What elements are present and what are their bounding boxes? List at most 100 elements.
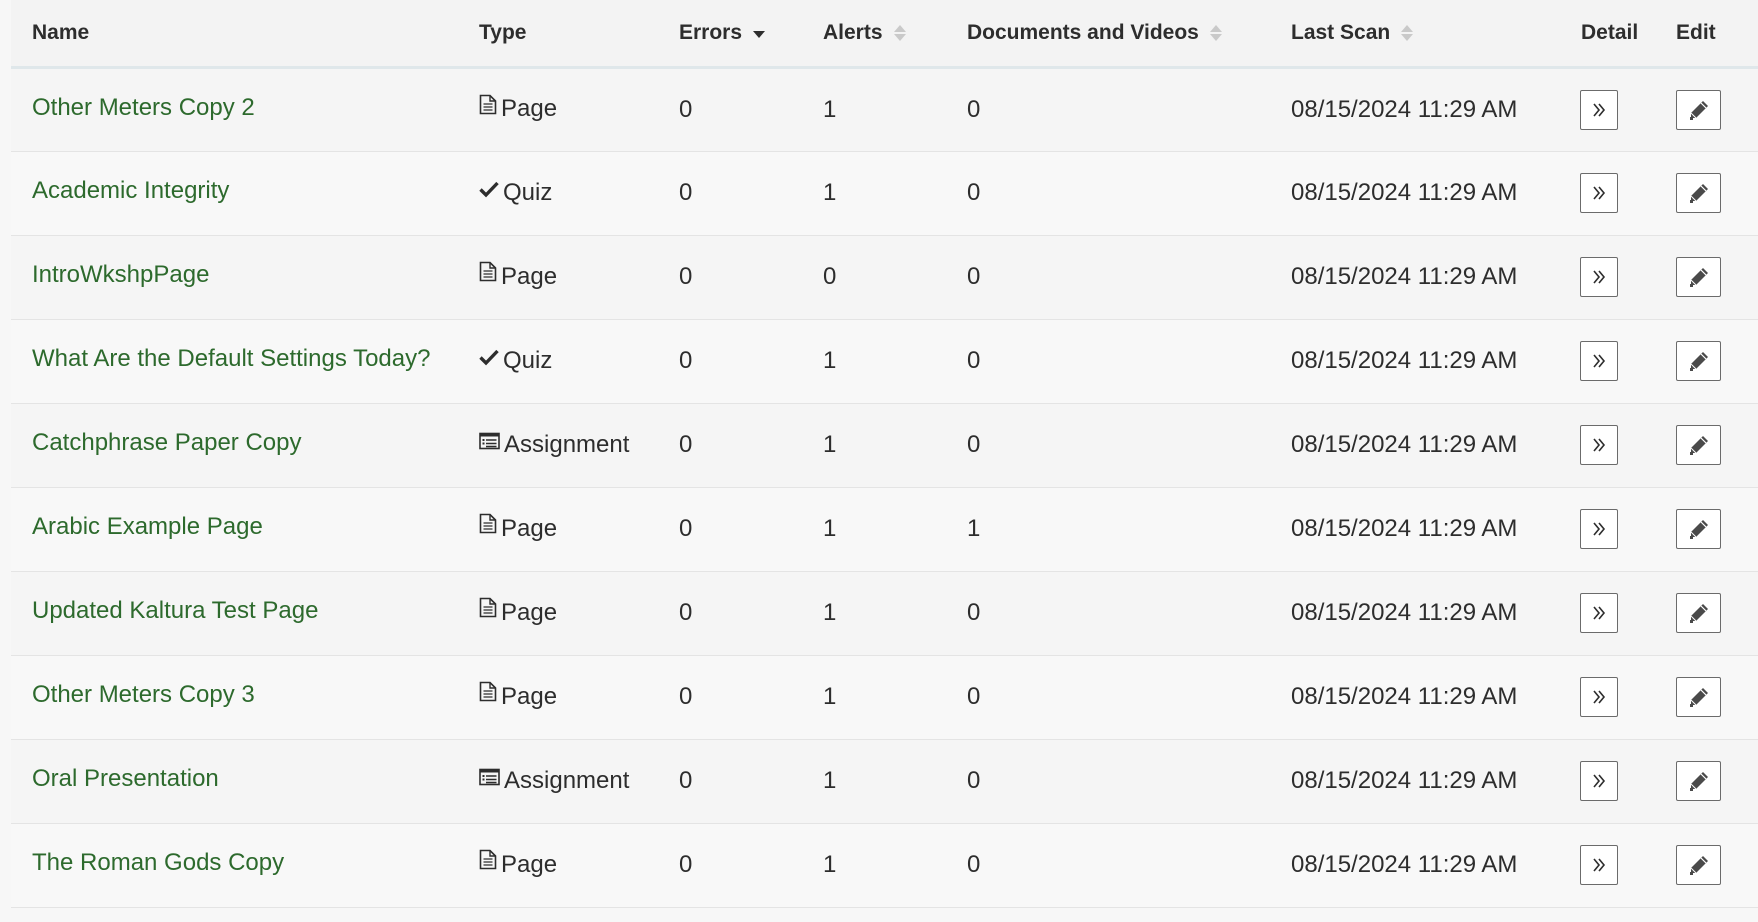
cell-type: Page [458, 235, 658, 319]
double-chevron-right-icon [1593, 858, 1606, 872]
cell-name: Updated Kaltura Test Page [11, 571, 458, 655]
detail-button[interactable] [1580, 845, 1618, 885]
cell-docs: 0 [967, 767, 981, 794]
column-header-last-scan[interactable]: Last Scan [1270, 0, 1560, 69]
content-name-link[interactable]: Arabic Example Page [32, 513, 263, 540]
content-name-link[interactable]: Catchphrase Paper Copy [32, 429, 301, 456]
column-header-docs[interactable]: Documents and Videos [946, 0, 1270, 69]
cell-edit [1666, 571, 1758, 655]
cell-docs: 0 [967, 347, 981, 374]
cell-edit [1666, 487, 1758, 571]
cell-name: Catchphrase Paper Copy [11, 403, 458, 487]
content-name-link[interactable]: Updated Kaltura Test Page [32, 597, 318, 624]
cell-alerts: 1 [823, 515, 837, 542]
cell-alerts: 0 [823, 263, 837, 290]
edit-button[interactable] [1676, 341, 1721, 381]
cell-last-scan: 08/15/2024 11:29 AM [1291, 347, 1518, 374]
detail-button[interactable] [1580, 593, 1618, 633]
cell-type: Page [458, 823, 658, 907]
cell-edit [1666, 823, 1758, 907]
sort-icon [1209, 23, 1223, 43]
column-header-type: Type [458, 0, 658, 69]
edit-button[interactable] [1676, 89, 1721, 130]
cell-docs: 0 [967, 851, 981, 878]
cell-docs: 0 [967, 263, 981, 290]
cell-name: Other Meters Copy 3 [11, 655, 458, 739]
cell-edit [1666, 319, 1758, 403]
cell-docs: 0 [967, 431, 981, 458]
header-row: Name Type Errors Alerts Documents and Vi… [11, 0, 1758, 69]
cell-name: IntroWkshpPage [11, 235, 458, 319]
column-header-errors[interactable]: Errors [658, 0, 802, 69]
document-icon [479, 597, 497, 625]
cell-last-scan: 08/15/2024 11:29 AM [1291, 767, 1518, 794]
cell-detail [1560, 571, 1666, 655]
cell-name: The Roman Gods Copy [11, 823, 458, 907]
cell-errors: 0 [679, 95, 693, 123]
content-name-link[interactable]: Academic Integrity [32, 177, 229, 204]
pencil-icon [1689, 436, 1708, 455]
column-header-detail: Detail [1560, 0, 1666, 69]
cell-docs: 1 [967, 515, 981, 542]
cell-errors: 0 [679, 263, 693, 290]
cell-docs: 0 [967, 179, 981, 206]
double-chevron-right-icon [1593, 354, 1606, 368]
edit-button[interactable] [1676, 593, 1721, 633]
cell-detail [1560, 319, 1666, 403]
pencil-icon [1689, 520, 1708, 539]
type-label: Page [501, 850, 558, 878]
detail-button[interactable] [1580, 677, 1618, 717]
cell-errors: 0 [679, 431, 693, 458]
edit-button[interactable] [1676, 845, 1721, 885]
cell-name: Other Meters Copy 2 [11, 67, 458, 151]
cell-type: Page [458, 487, 658, 571]
edit-button[interactable] [1676, 509, 1721, 549]
detail-button[interactable] [1580, 761, 1618, 801]
cell-errors: 0 [679, 515, 693, 542]
cell-type: Quiz [458, 151, 658, 235]
cell-name: Academic Integrity [11, 151, 458, 235]
content-name-link[interactable]: What Are the Default Settings Today? [32, 345, 430, 372]
detail-button[interactable] [1580, 173, 1618, 213]
double-chevron-right-icon [1593, 186, 1606, 200]
content-name-link[interactable]: Other Meters Copy 2 [32, 94, 255, 121]
cell-last-scan: 08/15/2024 11:29 AM [1291, 95, 1518, 123]
column-header-edit: Edit [1666, 0, 1758, 69]
content-name-link[interactable]: Other Meters Copy 3 [32, 681, 255, 708]
pencil-icon [1689, 856, 1708, 875]
cell-type: Page [458, 67, 658, 151]
edit-button[interactable] [1676, 173, 1721, 213]
cell-docs: 0 [967, 683, 981, 710]
table-row: Oral Presentation Assignment 0 1 0 08/15… [11, 739, 1758, 823]
document-icon [479, 681, 497, 709]
detail-button[interactable] [1580, 257, 1618, 297]
sort-icon [893, 23, 907, 43]
document-icon [479, 849, 497, 877]
detail-button[interactable] [1580, 509, 1618, 549]
double-chevron-right-icon [1593, 522, 1606, 536]
pencil-icon [1689, 772, 1708, 791]
cell-errors: 0 [679, 683, 693, 710]
type-label: Quiz [503, 346, 553, 374]
detail-button[interactable] [1580, 425, 1618, 465]
content-name-link[interactable]: The Roman Gods Copy [32, 849, 284, 876]
cell-last-scan: 08/15/2024 11:29 AM [1291, 263, 1518, 290]
type-label: Assignment [504, 766, 630, 794]
content-name-link[interactable]: Oral Presentation [32, 765, 219, 792]
pencil-icon [1689, 688, 1708, 707]
cell-detail [1560, 235, 1666, 319]
edit-button[interactable] [1676, 677, 1721, 717]
edit-button[interactable] [1676, 425, 1721, 465]
table-row: What Are the Default Settings Today? Qui… [11, 319, 1758, 403]
content-name-link[interactable]: IntroWkshpPage [32, 261, 209, 288]
detail-button[interactable] [1580, 89, 1618, 130]
edit-button[interactable] [1676, 761, 1721, 801]
edit-button[interactable] [1676, 257, 1721, 297]
column-header-alerts[interactable]: Alerts [802, 0, 946, 69]
detail-button[interactable] [1580, 341, 1618, 381]
cell-detail [1560, 739, 1666, 823]
cell-name: Oral Presentation [11, 739, 458, 823]
cell-detail [1560, 151, 1666, 235]
document-icon [479, 94, 497, 122]
cell-errors: 0 [679, 599, 693, 626]
